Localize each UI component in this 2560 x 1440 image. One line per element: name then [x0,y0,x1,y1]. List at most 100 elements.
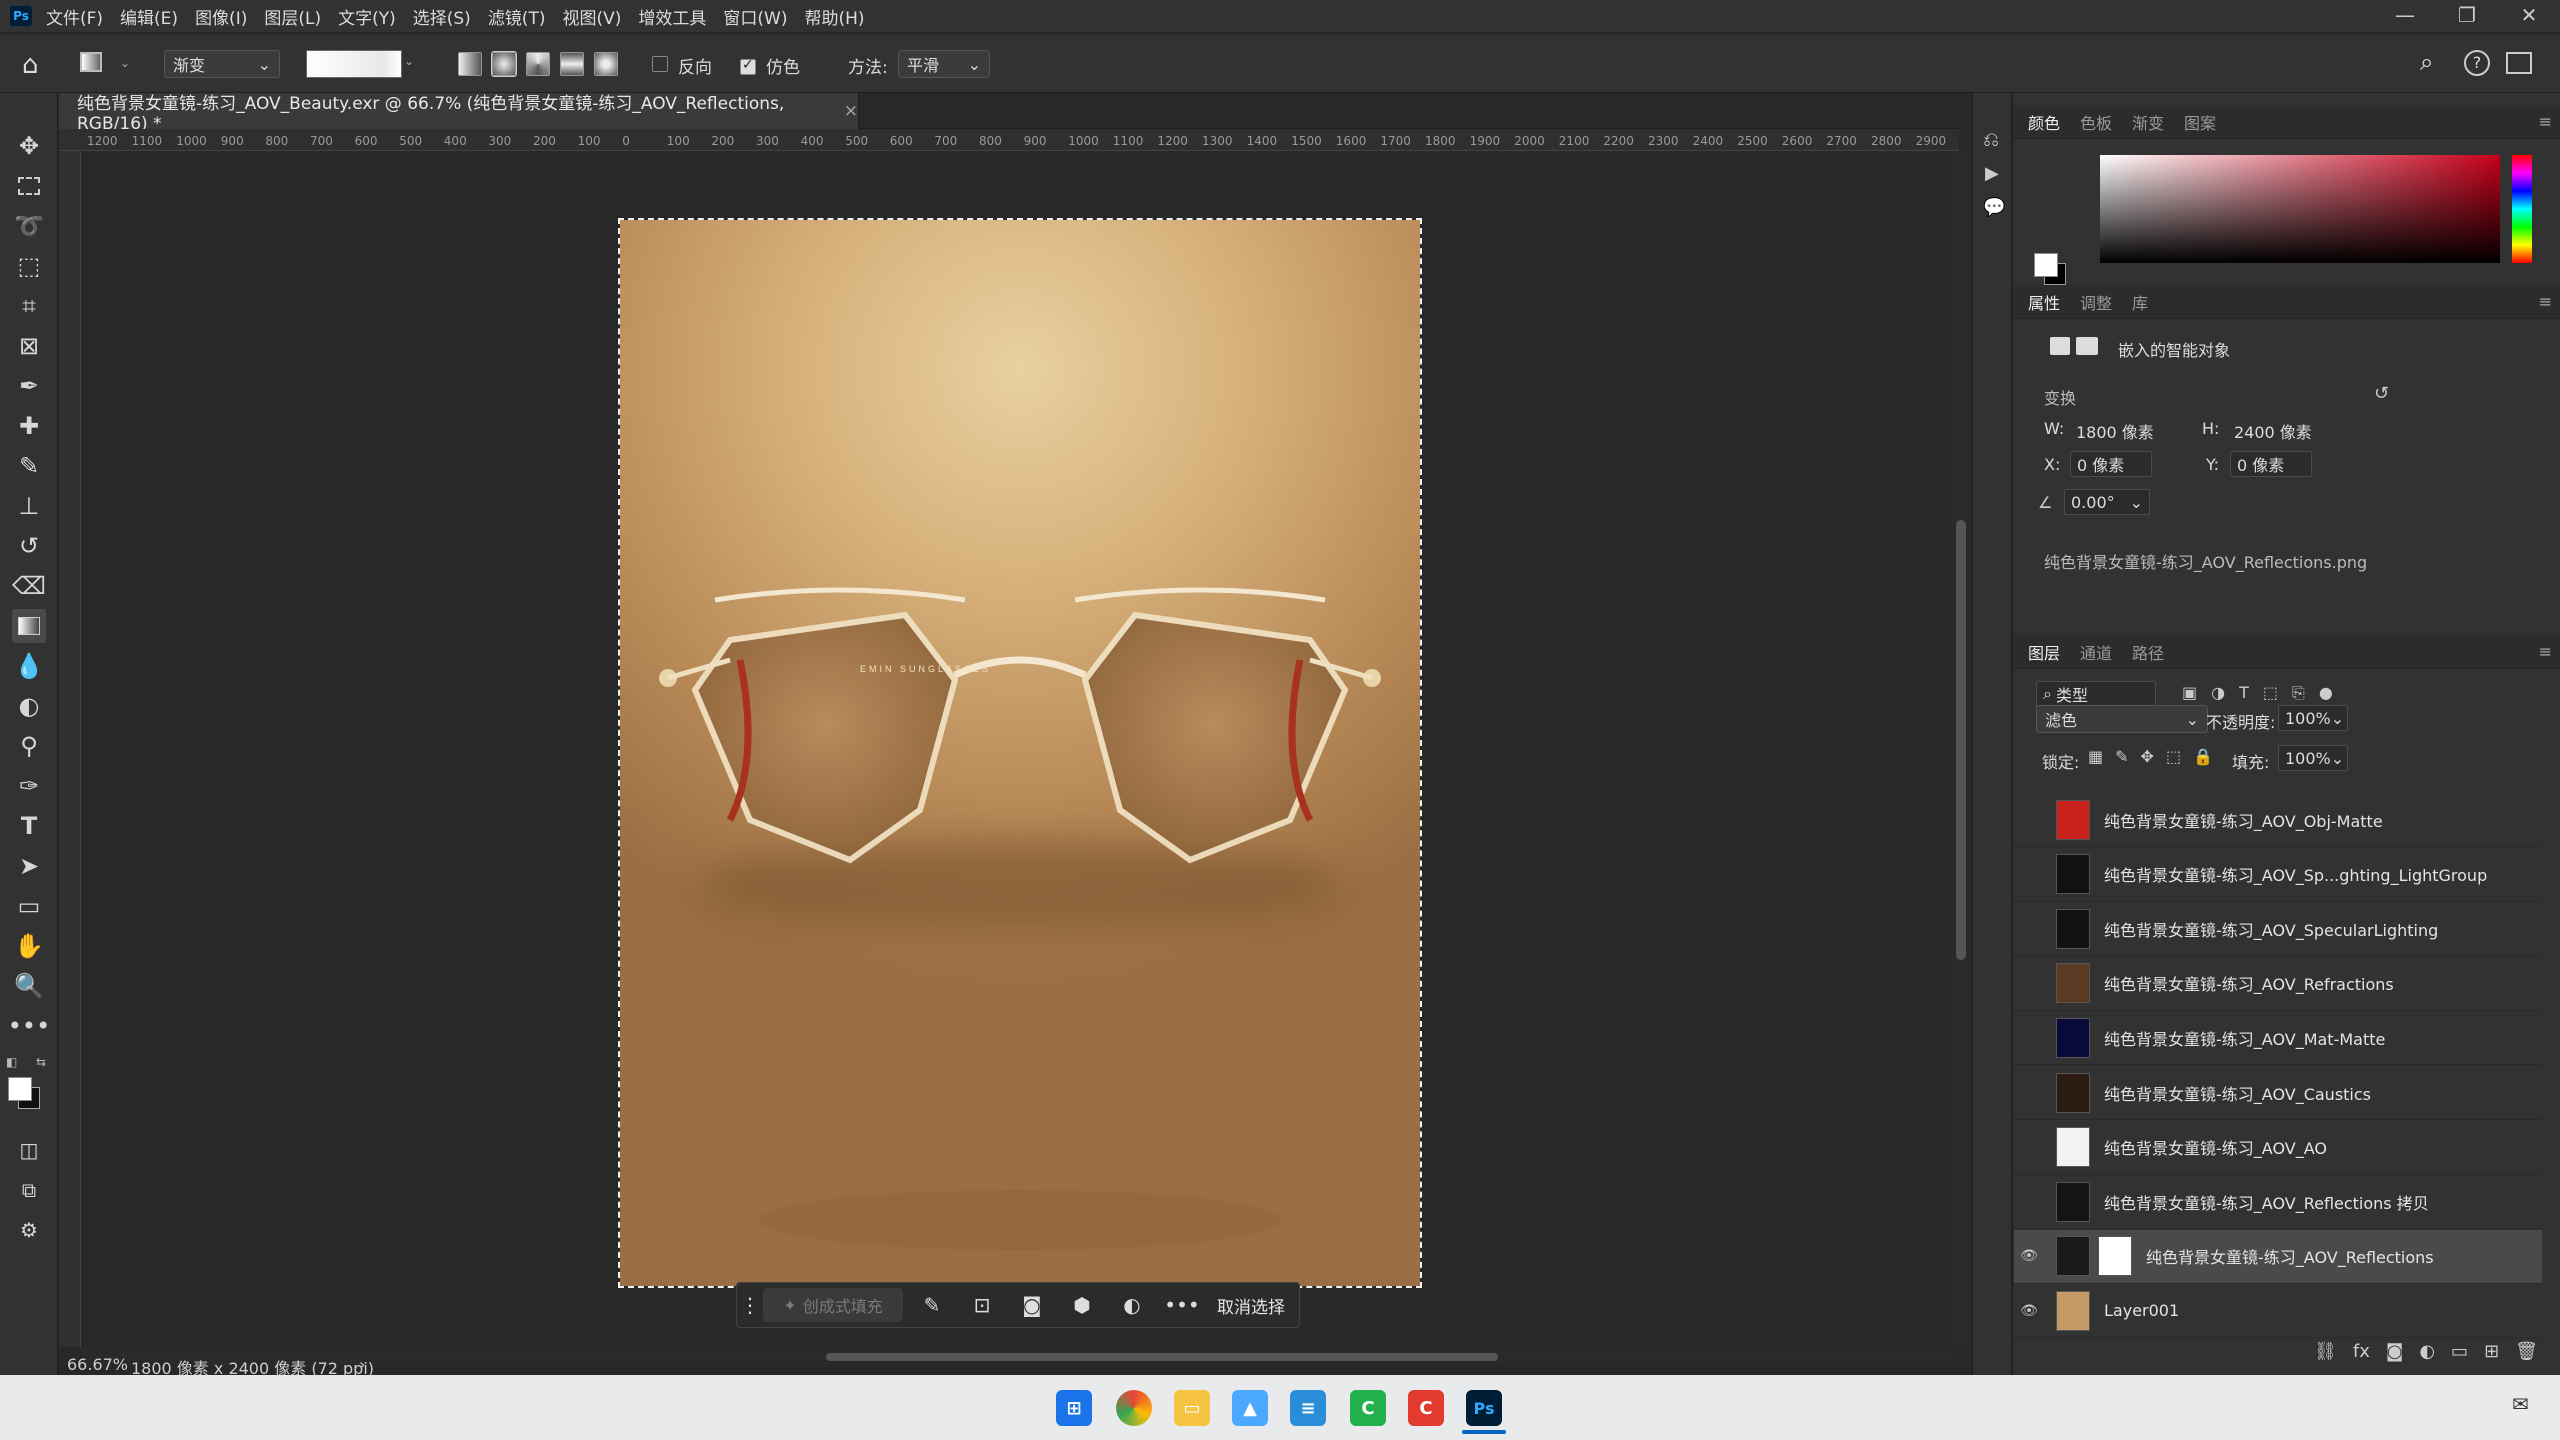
layer-filter-dropdown[interactable]: ⌕ 类型 [2036,681,2156,707]
panel-menu-icon[interactable]: ≡ [2539,292,2552,311]
zoom-lens-tool-icon[interactable]: ⚲ [12,729,46,763]
layer-row[interactable]: 纯色背景女童镜-练习_AOV_Caustics [2014,1066,2542,1120]
zoom-level[interactable]: 66.67% [67,1355,128,1374]
workspace-icon[interactable] [2506,52,2532,74]
linear-gradient-button[interactable] [458,52,482,76]
object-selection-tool-icon[interactable]: ⬚ [12,249,46,283]
tab-libraries[interactable]: 库 [2132,290,2148,314]
y-input[interactable]: 0 像素 [2230,451,2312,477]
search-icon[interactable]: ⌕ [2420,48,2433,76]
layer-row[interactable]: 纯色背景女童镜-练习_AOV_Reflections 拷贝 [2014,1175,2542,1230]
edit-toolbar-icon[interactable]: ⚙ [12,1213,46,1247]
minimize-button[interactable]: — [2374,0,2436,32]
adjustment-layer-icon[interactable]: ◐ [1111,1287,1153,1323]
tab-color[interactable]: 颜色 [2028,110,2060,134]
windows-start-icon[interactable]: ⊞ [1056,1390,1092,1426]
clone-stamp-tool-icon[interactable]: ⊥ [12,489,46,523]
home-icon[interactable]: ⌂ [22,50,39,80]
menu-help[interactable]: 帮助(H) [804,4,864,29]
color-field[interactable] [2100,155,2500,263]
gradient-swatch[interactable] [306,50,402,78]
layer-row[interactable]: 纯色背景女童镜-练习_AOV_Mat-Matte [2014,1011,2542,1066]
menu-edit[interactable]: 编辑(E) [120,4,178,29]
angle-input[interactable]: 0.00° ⌄ [2064,489,2150,515]
comments-icon[interactable]: 💬 [1983,197,2005,218]
angle-gradient-button[interactable] [526,52,550,76]
dodge-tool-icon[interactable]: ◐ [12,689,46,723]
lock-artboard-icon[interactable]: ⬚ [2166,747,2181,766]
layer-row[interactable]: 纯色背景女童镜-练习_AOV_SpecularLighting [2014,902,2542,957]
diamond-gradient-button[interactable] [594,52,618,76]
type-tool-icon[interactable]: T [12,809,46,843]
notification-icon[interactable]: ✉ [2512,1392,2529,1416]
fill-selection-icon[interactable]: ⬢ [1061,1287,1103,1323]
tab-gradients[interactable]: 渐变 [2132,110,2164,134]
hue-slider[interactable] [2512,155,2532,263]
mask-icon[interactable]: ◙ [1011,1287,1053,1323]
add-mask-icon[interactable]: ◙ [2386,1341,2403,1362]
menu-image[interactable]: 图像(I) [195,4,247,29]
document-canvas[interactable]: EMIN SUNGLASSES [618,218,1422,1288]
brush-tool-icon[interactable]: ✎ [12,449,46,483]
path-selection-tool-icon[interactable]: ➤ [12,849,46,883]
help-icon[interactable]: ? [2464,50,2490,76]
document-tab[interactable]: 纯色背景女童镜-练习_AOV_Beauty.exr @ 66.7% (纯色背景女… [59,93,859,134]
menu-type[interactable]: 文字(Y) [338,4,396,29]
hand-tool-icon[interactable]: ✋ [12,929,46,963]
lock-position-icon[interactable]: ✥ [2141,747,2154,766]
chevron-down-icon[interactable]: ⌄ [120,56,130,70]
move-tool-icon[interactable]: ✥ [12,129,46,163]
more-options-icon[interactable]: ••• [1161,1287,1203,1323]
rectangle-tool-icon[interactable]: ▭ [12,889,46,923]
filter-smart-object-icon[interactable]: ⎘ [2292,683,2305,703]
panel-menu-icon[interactable]: ≡ [2539,642,2552,661]
chrome-icon[interactable] [1116,1390,1152,1426]
close-tab-icon[interactable]: × [844,101,858,121]
chevron-down-icon[interactable]: ⌄ [404,54,414,68]
more-tools-icon[interactable]: ••• [8,1009,50,1043]
history-panel-icon[interactable]: ⎌ [1983,127,1999,151]
generative-fill-button[interactable]: ✦ 创成式填充 [763,1288,903,1322]
lock-transparent-icon[interactable]: ▦ [2088,747,2103,766]
photos-icon[interactable]: ▲ [1232,1390,1268,1426]
close-window-button[interactable]: ✕ [2498,0,2560,32]
gradient-preset-dropdown[interactable]: 渐变 ⌄ [164,50,280,78]
tab-layers[interactable]: 图层 [2028,640,2060,664]
tab-swatches[interactable]: 色板 [2080,110,2112,134]
eraser-tool-icon[interactable]: ⌫ [12,569,46,603]
radial-gradient-button[interactable] [491,51,517,77]
layer-mask-thumbnail[interactable] [2098,1236,2132,1277]
gradient-tool-icon[interactable] [12,609,46,643]
layer-row[interactable]: 纯色背景女童镜-练习_AOV_Sp...ghting_LightGroup [2014,848,2542,902]
lock-pixels-icon[interactable]: ✎ [2115,747,2128,766]
invert-selection-icon[interactable]: ⊡ [961,1287,1003,1323]
screen-mode-icon[interactable]: ⧉ [12,1173,46,1207]
tab-adjustments[interactable]: 调整 [2080,290,2112,314]
history-brush-tool-icon[interactable]: ↺ [12,529,46,563]
default-colors-icon[interactable]: ◧ [6,1055,17,1069]
method-dropdown[interactable]: 平滑 ⌄ [898,50,990,78]
crop-tool-icon[interactable]: ⌗ [12,289,46,323]
new-adjustment-icon[interactable]: ◐ [2419,1341,2435,1362]
layer-row[interactable]: 纯色背景女童镜-练习_AOV_AO [2014,1121,2542,1175]
height-value[interactable]: 2400 像素 [2234,419,2312,443]
vertical-scroll-thumb[interactable] [1956,520,1966,960]
menu-file[interactable]: 文件(F) [46,4,103,29]
layer-row[interactable]: 👁 纯色背景女童镜-练习_AOV_Reflections [2014,1229,2542,1284]
status-arrow-icon[interactable]: › [359,1355,365,1374]
marquee-tool-icon[interactable] [12,169,46,203]
reset-transform-icon[interactable]: ↺ [2374,383,2389,404]
tab-properties[interactable]: 属性 [2028,290,2060,314]
gradient-tool-icon[interactable] [80,52,102,72]
photoshop-taskbar-icon[interactable]: Ps [1466,1390,1502,1426]
visibility-eye-icon[interactable]: 👁 [2014,1248,2044,1264]
tab-channels[interactable]: 通道 [2080,640,2112,664]
blur-tool-icon[interactable]: 💧 [12,649,46,683]
panel-menu-icon[interactable]: ≡ [2539,112,2552,131]
foreground-color-swatch[interactable] [2034,253,2058,277]
menu-view[interactable]: 视图(V) [562,4,621,29]
menu-plugins[interactable]: 增效工具 [638,4,706,29]
lasso-tool-icon[interactable]: ➰ [12,209,46,243]
delete-layer-icon[interactable]: 🗑 [2515,1341,2538,1362]
layer-row[interactable]: 纯色背景女童镜-练习_AOV_Obj-Matte [2014,793,2542,847]
